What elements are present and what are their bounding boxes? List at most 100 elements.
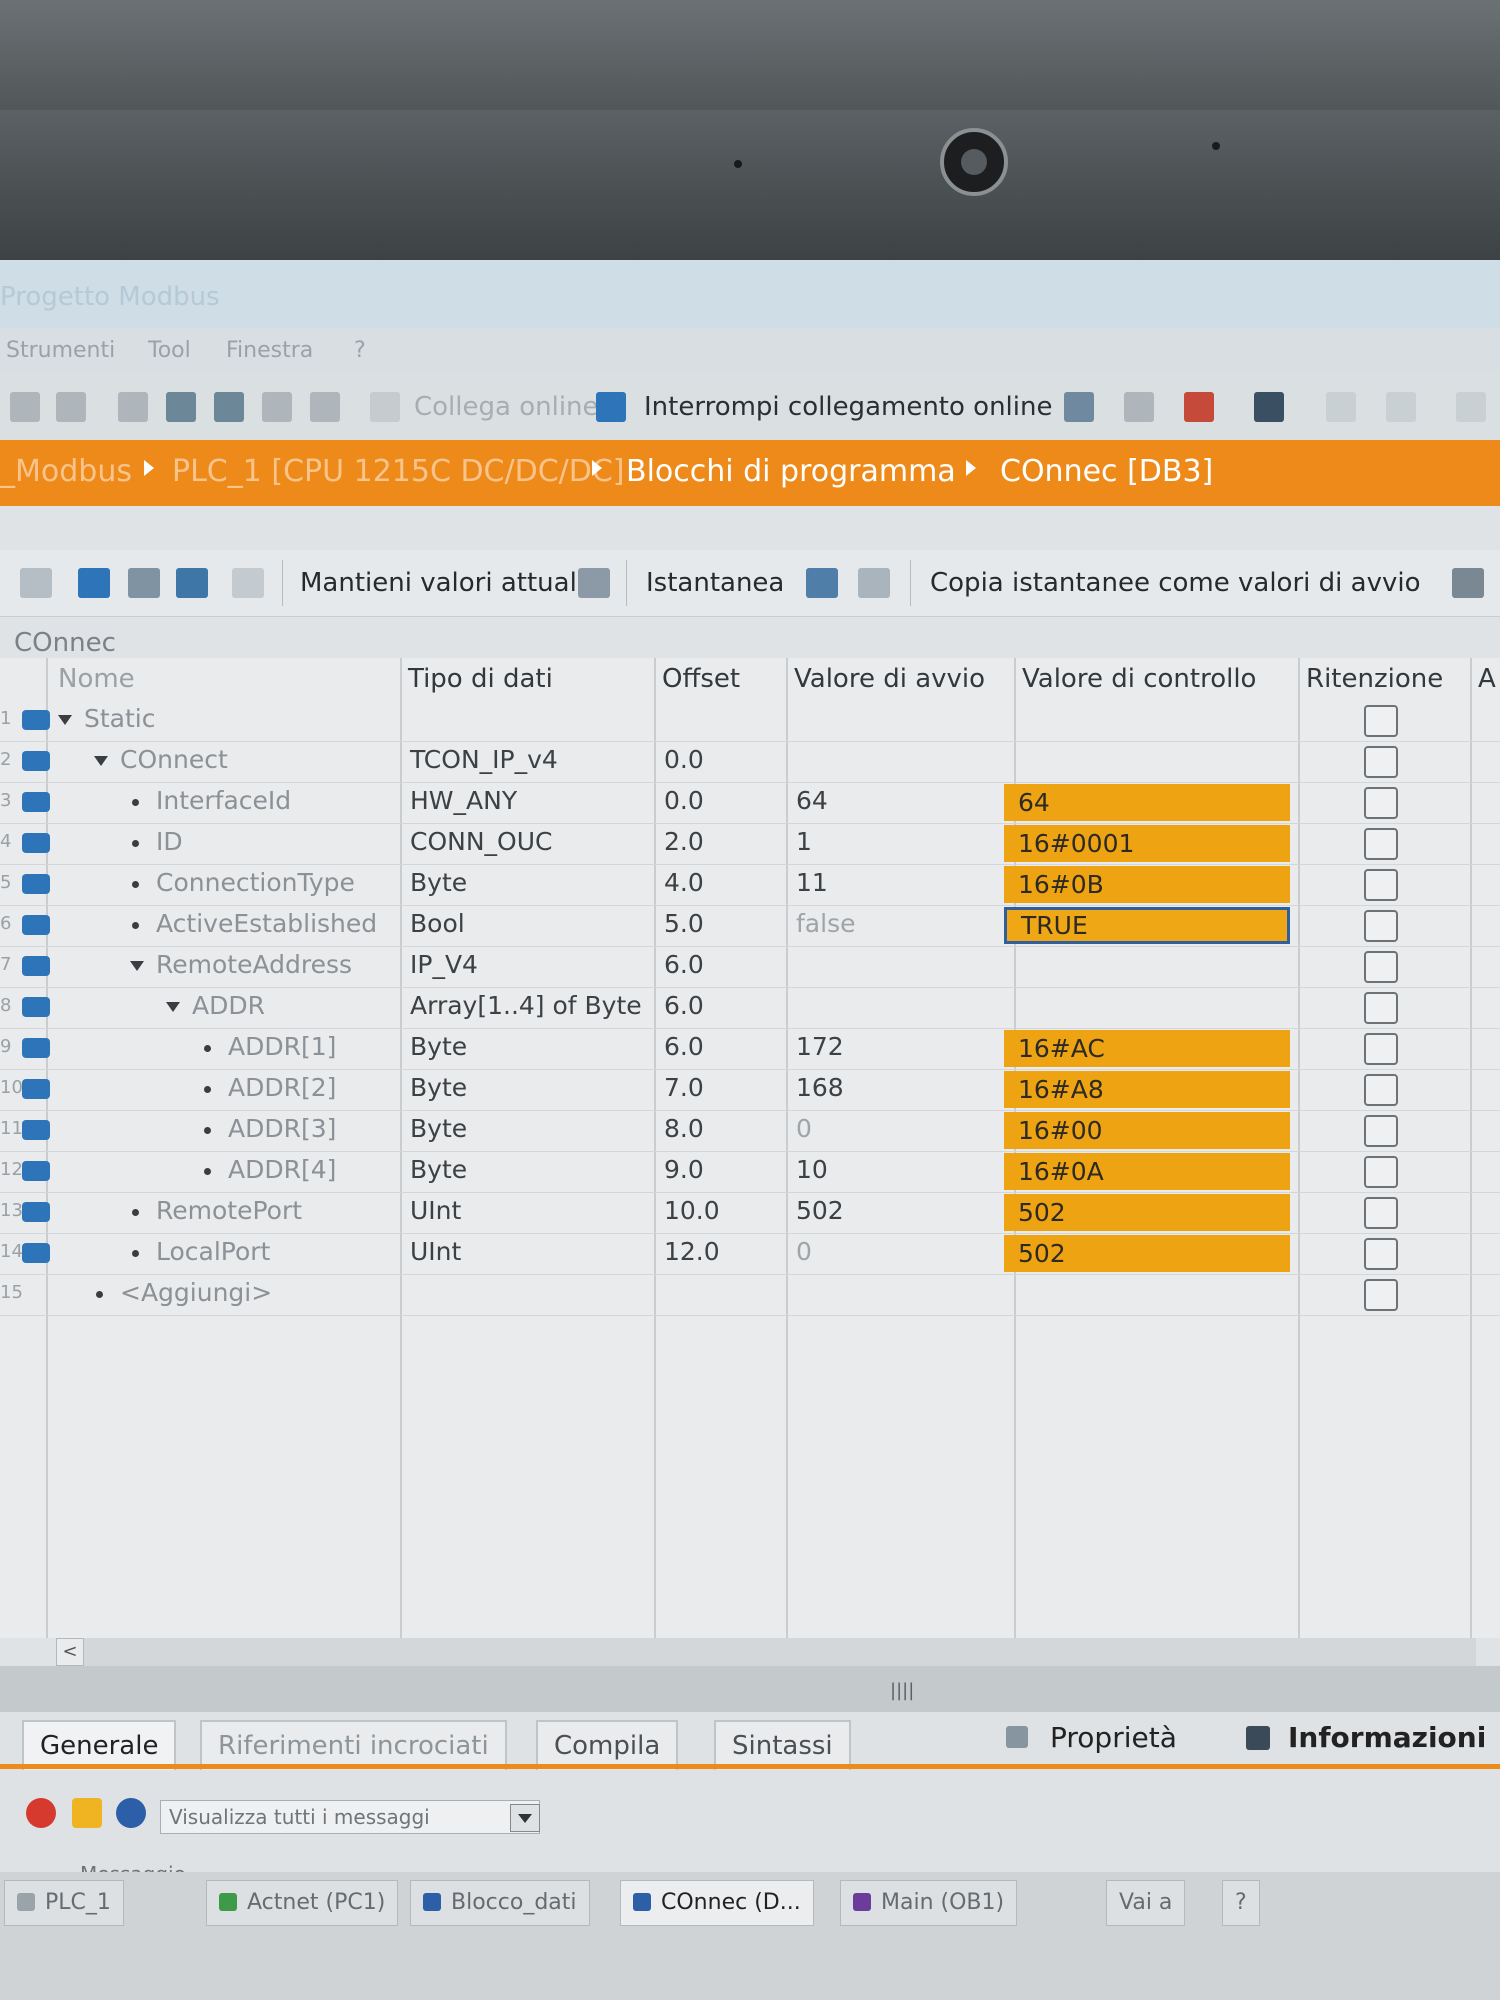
cell-monitor-value[interactable]: 16#AC xyxy=(1004,1030,1290,1067)
retain-checkbox[interactable] xyxy=(1364,787,1398,819)
cell-data-type[interactable]: HW_ANY xyxy=(410,786,517,815)
splitter-handle-icon[interactable]: |||| xyxy=(890,1680,914,1701)
cell-name[interactable]: ADDR[4] xyxy=(228,1155,336,1184)
cell-monitor-value[interactable]: 16#0001 xyxy=(1004,825,1290,862)
breadcrumb-project[interactable]: _Modbus xyxy=(0,454,132,489)
menu-tools[interactable]: Strumenti xyxy=(6,338,115,363)
table-row[interactable]: 7 RemoteAddress IP_V4 6.0 xyxy=(0,946,1500,988)
header-name[interactable]: Nome xyxy=(50,658,400,700)
collapse-all-icon[interactable] xyxy=(176,568,208,598)
cell-data-type[interactable]: CONN_OUC xyxy=(410,827,552,856)
header-retain[interactable]: Ritenzione xyxy=(1298,658,1470,700)
tab-general[interactable]: Generale xyxy=(22,1720,177,1770)
table-row[interactable]: 12 ADDR[4] Byte 9.0 10 16#0A xyxy=(0,1151,1500,1193)
cell-data-type[interactable]: Byte xyxy=(410,1155,467,1184)
error-filter-icon[interactable] xyxy=(26,1798,56,1828)
horizontal-scrollbar[interactable]: < xyxy=(56,1638,1476,1666)
message-filter-select[interactable]: Visualizza tutti i messaggi xyxy=(160,1800,540,1834)
cell-monitor-value[interactable]: TRUE xyxy=(1004,907,1290,944)
header-monitor-value[interactable]: Valore di controllo xyxy=(1014,658,1298,700)
cell-start-value[interactable]: false xyxy=(796,909,855,938)
tab-compile[interactable]: Compila xyxy=(536,1720,679,1770)
cell-start-value[interactable]: 64 xyxy=(796,786,828,815)
expand-triangle-icon[interactable] xyxy=(166,1002,180,1012)
breadcrumb-block[interactable]: COnnec [DB3] xyxy=(1000,454,1213,489)
table-row[interactable]: 3 InterfaceId HW_ANY 0.0 64 64 xyxy=(0,782,1500,824)
cell-data-type[interactable]: Byte xyxy=(410,1032,467,1061)
load-start-values-icon[interactable] xyxy=(1452,568,1484,598)
cell-name[interactable]: ADDR xyxy=(192,991,265,1020)
cell-monitor-value[interactable]: 16#A8 xyxy=(1004,1071,1290,1108)
retain-checkbox[interactable] xyxy=(1364,910,1398,942)
menu-window[interactable]: Finestra xyxy=(226,338,313,363)
cell-monitor-value[interactable]: 16#0B xyxy=(1004,866,1290,903)
cell-monitor-value[interactable]: 16#0A xyxy=(1004,1153,1290,1190)
taskbar-item-main[interactable]: Main (OB1) xyxy=(840,1880,1018,1926)
cell-data-type[interactable]: TCON_IP_v4 xyxy=(410,745,558,774)
cell-monitor-value[interactable]: 502 xyxy=(1004,1194,1290,1231)
table-row[interactable]: 2 COnnect TCON_IP_v4 0.0 xyxy=(0,741,1500,783)
cell-data-type[interactable]: Byte xyxy=(410,868,467,897)
go-offline-button[interactable]: Interrompi collegamento online xyxy=(644,392,1052,422)
warning-filter-icon[interactable] xyxy=(72,1798,102,1828)
monitor-icon[interactable] xyxy=(78,568,110,598)
close-icon[interactable] xyxy=(1254,392,1284,422)
tab-properties[interactable]: Proprietà xyxy=(1050,1712,1177,1764)
keep-actual-values-icon[interactable] xyxy=(578,568,610,598)
cell-name[interactable]: ADDR[2] xyxy=(228,1073,336,1102)
snapshot-load-icon[interactable] xyxy=(806,568,838,598)
cell-name[interactable]: ConnectionType xyxy=(156,868,355,897)
insert-row-icon[interactable] xyxy=(20,568,52,598)
cell-start-value[interactable]: 502 xyxy=(796,1196,844,1225)
menu-help[interactable]: ? xyxy=(354,338,366,363)
taskbar-item-actnet[interactable]: Actnet (PC1) xyxy=(206,1880,399,1926)
cross-reference-icon[interactable] xyxy=(1124,392,1154,422)
retain-checkbox[interactable] xyxy=(1364,1197,1398,1229)
cell-name[interactable]: RemoteAddress xyxy=(156,950,352,979)
table-row[interactable]: 15 <Aggiungi> xyxy=(0,1274,1500,1316)
go-online-button[interactable]: Collega online xyxy=(414,392,599,422)
taskbar-item-plc[interactable]: PLC_1 xyxy=(4,1880,124,1926)
retain-checkbox[interactable] xyxy=(1364,869,1398,901)
cell-start-value[interactable]: 11 xyxy=(796,868,828,897)
cell-data-type[interactable]: IP_V4 xyxy=(410,950,478,979)
menu-tool[interactable]: Tool xyxy=(148,338,191,363)
retain-checkbox[interactable] xyxy=(1364,1115,1398,1147)
table-row[interactable]: 5 ConnectionType Byte 4.0 11 16#0B xyxy=(0,864,1500,906)
retain-checkbox[interactable] xyxy=(1364,828,1398,860)
header-offset[interactable]: Offset xyxy=(654,658,786,700)
cell-name[interactable]: ID xyxy=(156,827,183,856)
cell-name[interactable]: LocalPort xyxy=(156,1237,270,1266)
cell-start-value[interactable]: 1 xyxy=(796,827,812,856)
cell-monitor-value[interactable]: 502 xyxy=(1004,1235,1290,1272)
download-icon[interactable] xyxy=(214,392,244,422)
cell-start-value[interactable]: 10 xyxy=(796,1155,828,1184)
cell-monitor-value[interactable]: 64 xyxy=(1004,784,1290,821)
cut-icon[interactable] xyxy=(118,392,148,422)
retain-checkbox[interactable] xyxy=(1364,1074,1398,1106)
cell-data-type[interactable]: UInt xyxy=(410,1237,461,1266)
cell-start-value[interactable]: 0 xyxy=(796,1237,812,1266)
initialize-icon[interactable] xyxy=(232,568,264,598)
chevron-down-icon[interactable] xyxy=(510,1804,540,1832)
breadcrumb-program-blocks[interactable]: Blocchi di programma xyxy=(626,454,956,489)
retain-checkbox[interactable] xyxy=(1364,1033,1398,1065)
table-row[interactable]: 13 RemotePort UInt 10.0 502 502 xyxy=(0,1192,1500,1234)
cell-name[interactable]: ADDR[3] xyxy=(228,1114,336,1143)
expand-triangle-icon[interactable] xyxy=(94,756,108,766)
undo-icon[interactable] xyxy=(10,392,40,422)
cell-data-type[interactable]: Array[1..4] of Byte xyxy=(410,991,642,1020)
cell-name[interactable]: COnnect xyxy=(120,745,228,774)
cell-name[interactable]: Static xyxy=(84,704,155,733)
split-vertical-icon[interactable] xyxy=(1386,392,1416,422)
cell-name[interactable]: InterfaceId xyxy=(156,786,291,815)
taskbar-item-connec[interactable]: COnnec (D... xyxy=(620,1880,814,1926)
scroll-left-icon[interactable]: < xyxy=(56,1638,84,1666)
properties-icon[interactable] xyxy=(1006,1726,1028,1748)
cell-name[interactable]: ActiveEstablished xyxy=(156,909,377,938)
cell-data-type[interactable]: Byte xyxy=(410,1073,467,1102)
goto-button[interactable]: Vai a xyxy=(1106,1880,1186,1926)
snapshot-save-icon[interactable] xyxy=(858,568,890,598)
tab-syntax[interactable]: Sintassi xyxy=(714,1720,851,1770)
go-offline-icon[interactable] xyxy=(596,392,626,422)
